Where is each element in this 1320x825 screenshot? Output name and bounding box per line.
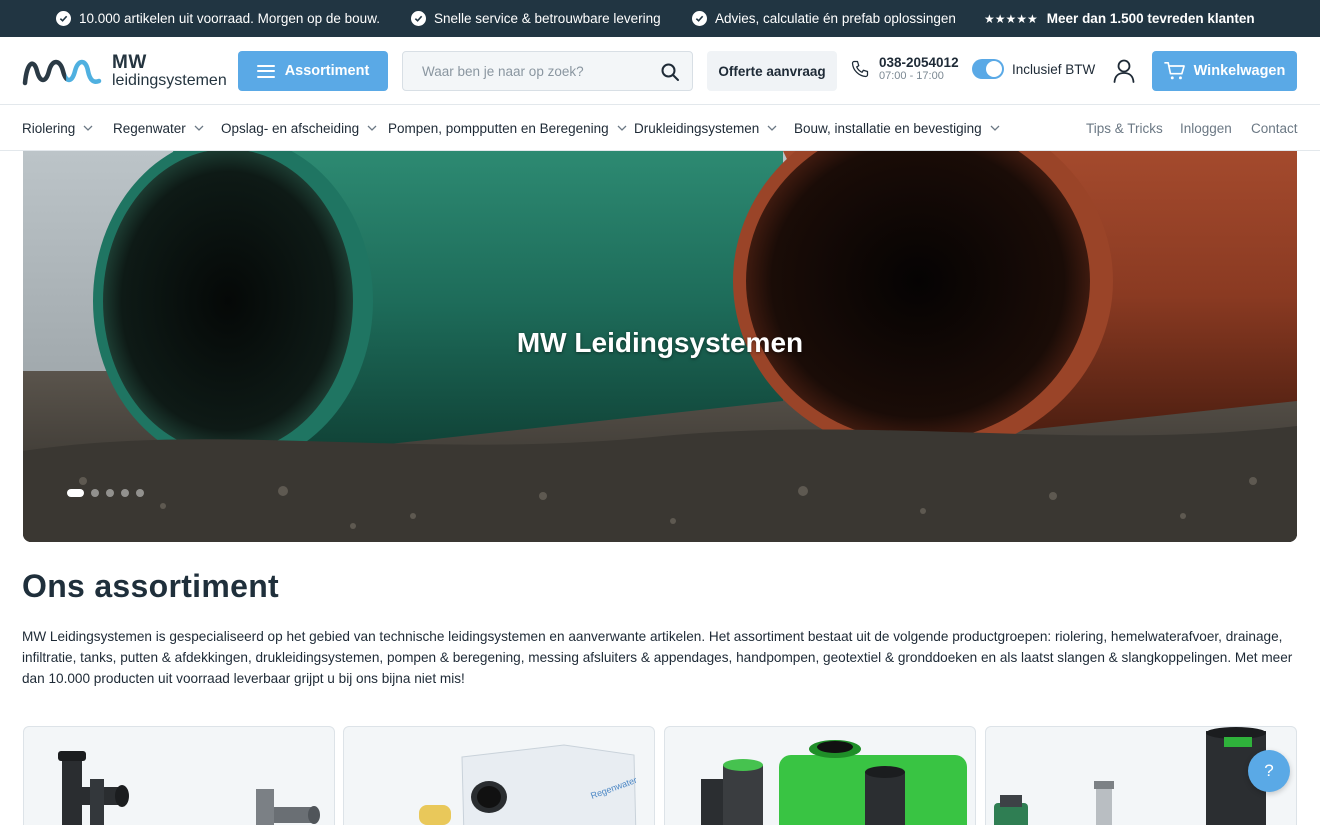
usp-rating-text: Meer dan 1.500 tevreden klanten [1046,11,1255,26]
usp-rating[interactable]: ★★★★★ Meer dan 1.500 tevreden klanten [984,0,1255,37]
cart-button[interactable]: Winkelwagen [1152,51,1297,91]
usp-advice: Advies, calculatie én prefab oplossingen [692,0,956,37]
chevron-down-icon [367,125,377,131]
nav-item-regenwater[interactable]: Regenwater [113,105,204,151]
toggle-switch[interactable] [972,59,1004,79]
nav-item-opslag[interactable]: Opslag- en afscheiding [221,105,377,151]
logo-title: MW [112,52,147,73]
phone-number: 038-2054012 [879,55,959,70]
nav-link-tips[interactable]: Tips & Tricks [1086,105,1163,151]
rainwater-unit-image: Regenwater [419,744,638,825]
logo-mark-icon [22,59,102,86]
nav-item-label: Regenwater [113,120,186,136]
nav-link-inloggen[interactable]: Inloggen [1180,105,1232,151]
carousel-dot[interactable] [67,489,84,497]
carousel-dot[interactable] [91,489,99,497]
usp-bar: 10.000 artikelen uit voorraad. Morgen op… [0,0,1320,37]
logo-subtitle: leidingsystemen [112,72,227,89]
carousel-dot[interactable] [106,489,114,497]
usp-stock-text: 10.000 artikelen uit voorraad. Morgen op… [79,11,380,26]
cart-icon [1163,62,1185,80]
phone-hours: 07:00 - 17:00 [879,70,944,82]
main-nav: Riolering Regenwater Opslag- en afscheid… [0,105,1320,151]
nav-item-pompen[interactable]: Pompen, pompputten en Beregening [388,105,627,151]
section-title: Ons assortiment [22,568,280,604]
chevron-down-icon [83,125,93,131]
search-icon[interactable] [660,62,680,82]
nav-item-bouw[interactable]: Bouw, installatie en bevestiging [794,105,1000,151]
carousel-dot[interactable] [136,489,144,497]
nav-item-drukleiding[interactable]: Drukleidingsystemen [634,105,777,151]
section-intro: MW Leidingsystemen is gespecialiseerd op… [22,629,1293,686]
usp-stock: 10.000 artikelen uit voorraad. Morgen op… [56,0,380,37]
nav-item-label: Opslag- en afscheiding [221,120,360,136]
chevron-down-icon [767,125,777,131]
usp-service: Snelle service & betrouwbare levering [411,0,661,37]
usp-advice-text: Advies, calculatie én prefab oplossingen [715,11,956,26]
menu-icon [256,64,275,78]
nav-link-contact[interactable]: Contact [1251,105,1298,151]
hero-banner[interactable]: MW Leidingsystemen [23,151,1297,542]
nav-item-riolering[interactable]: Riolering [22,105,93,151]
help-button[interactable]: ? [1248,750,1290,792]
logo[interactable]: MW leidingsystemen [22,53,227,89]
assortiment-button[interactable]: Assortiment [238,51,388,91]
category-card[interactable] [664,726,976,825]
usp-service-text: Snelle service & betrouwbare levering [434,11,661,26]
nav-item-label: Riolering [22,120,76,136]
sewer-fittings-image [58,751,320,825]
hero-title: MW Leidingsystemen [516,327,804,358]
storage-tanks-image [701,740,967,825]
category-card[interactable] [23,726,335,825]
chevron-down-icon [617,125,627,131]
nav-item-label: Pompen, pompputten en Beregening [388,120,609,136]
category-card[interactable]: Regenwater [343,726,655,825]
check-icon [56,11,71,26]
nav-item-label: Bouw, installatie en bevestiging [794,120,982,136]
carousel-dot[interactable] [121,489,129,497]
cart-label: Winkelwagen [1193,63,1286,79]
btw-label: Inclusief BTW [1012,61,1096,77]
assortiment-label: Assortiment [284,63,370,79]
chevron-down-icon [990,125,1000,131]
carousel-dots [67,489,144,497]
check-icon [692,11,707,26]
btw-toggle[interactable]: Inclusief BTW [972,59,1095,79]
category-cards: Regenwater [23,726,1298,825]
search-input[interactable] [403,63,643,79]
phone-contact[interactable]: 038-2054012 07:00 - 17:00 [850,55,959,83]
check-icon [411,11,426,26]
user-icon[interactable] [1112,58,1136,84]
nav-item-label: Drukleidingsystemen [634,120,760,136]
star-rating-icon: ★★★★★ [984,11,1038,26]
chevron-down-icon [194,125,204,131]
phone-icon [851,60,869,78]
offerte-button[interactable]: Offerte aanvraag [707,51,837,91]
search-box [402,51,693,91]
site-header: MW leidingsystemen Assortiment Offerte a… [0,37,1320,105]
